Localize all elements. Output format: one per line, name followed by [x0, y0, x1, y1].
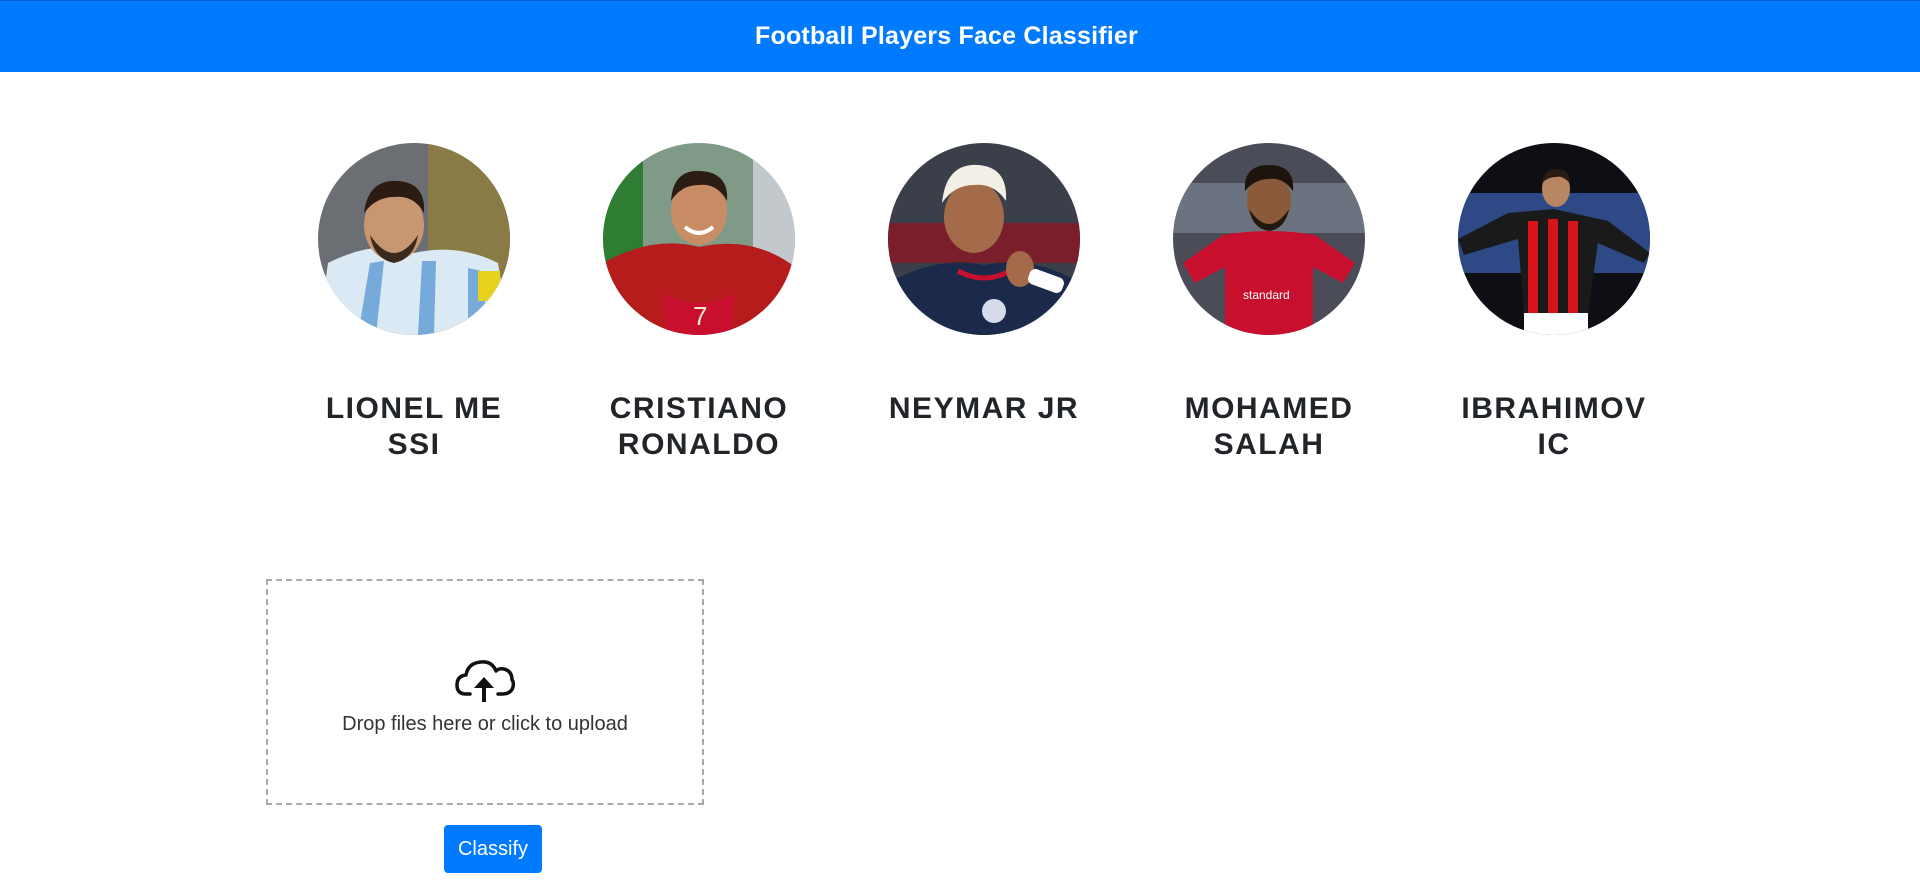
svg-text:standard: standard	[1243, 288, 1290, 302]
dropzone-label: Drop files here or click to upload	[342, 713, 628, 735]
app-title: Football Players Face Classifier	[755, 22, 1138, 50]
classify-button[interactable]: Classify	[444, 825, 542, 873]
navbar: Football Players Face Classifier	[0, 0, 1920, 72]
player-photo-ibrahimovic	[1458, 143, 1650, 335]
player-photo-messi	[318, 143, 510, 335]
player-card-salah: standard MOHAMED SALAH	[1149, 143, 1389, 463]
player-card-messi: LIONEL MESSI	[294, 143, 534, 463]
cloud-upload-icon	[454, 656, 516, 707]
player-photo-neymar	[888, 143, 1080, 335]
player-card-ibrahimovic: IBRAHIMOVIC	[1434, 143, 1674, 463]
player-card-neymar: NEYMAR JR	[864, 143, 1104, 427]
player-name: NEYMAR JR	[888, 392, 1080, 425]
player-photo-salah: standard	[1173, 143, 1365, 335]
file-dropzone[interactable]: Drop files here or click to upload	[266, 579, 704, 805]
player-card-ronaldo: 7 CRISTIANO RONALDO	[579, 143, 819, 463]
player-name: LIONEL MESSI	[325, 392, 503, 461]
players-gallery: LIONEL MESSI 7 CRISTIANO RONALDO NEYMAR …	[294, 143, 1650, 483]
player-name: CRISTIANO RONALDO	[609, 392, 789, 461]
player-name: MOHAMED SALAH	[1184, 392, 1354, 461]
player-name: IBRAHIMOVIC	[1461, 392, 1647, 461]
svg-text:7: 7	[693, 301, 707, 331]
player-photo-ronaldo: 7	[603, 143, 795, 335]
